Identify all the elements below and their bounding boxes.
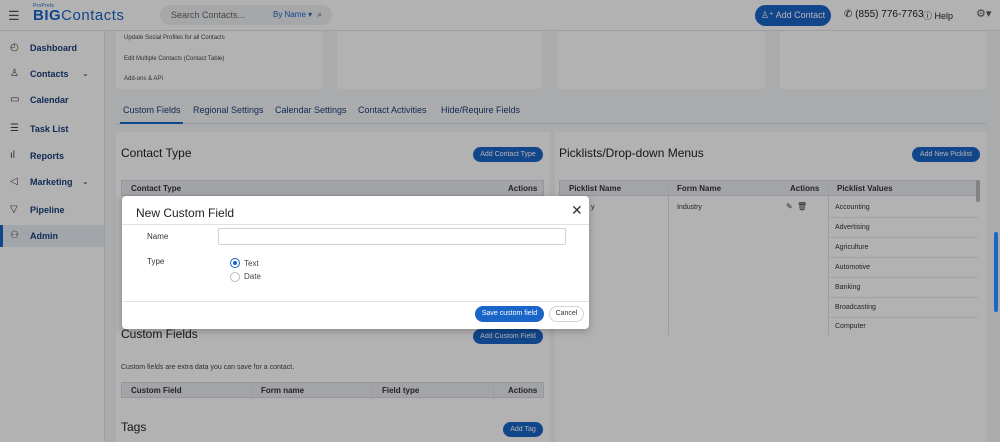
modal-title: New Custom Field	[136, 206, 235, 220]
cancel-button[interactable]: Cancel	[549, 306, 584, 322]
type-label: Type	[147, 257, 165, 266]
type-text-radio[interactable]	[230, 258, 240, 268]
modal-backdrop-header	[0, 0, 1000, 31]
new-custom-field-modal: New Custom Field ✕ Name Type Text Date S…	[122, 196, 589, 329]
modal-divider	[122, 224, 589, 225]
type-date-label[interactable]: Date	[244, 272, 261, 281]
close-icon[interactable]: ✕	[571, 202, 583, 219]
type-date-radio[interactable]	[230, 272, 240, 282]
name-input[interactable]	[218, 228, 566, 245]
name-label: Name	[147, 232, 169, 241]
modal-footer-divider	[122, 301, 589, 302]
save-custom-field-button[interactable]: Save custom field	[475, 306, 544, 322]
type-text-label[interactable]: Text	[244, 259, 259, 268]
page-scrollbar[interactable]	[994, 232, 998, 312]
